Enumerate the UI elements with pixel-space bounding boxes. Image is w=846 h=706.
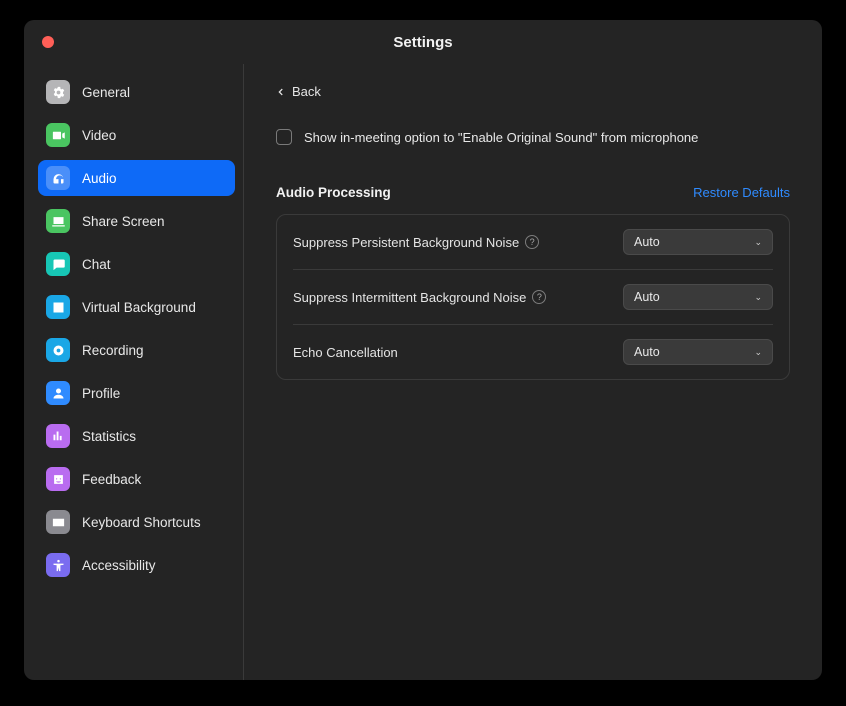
sidebar-item-label: Video	[82, 128, 116, 143]
original-sound-checkbox[interactable]	[276, 129, 292, 145]
close-window-button[interactable]	[42, 36, 54, 48]
gear-icon	[46, 80, 70, 104]
sidebar-item-virtual-background[interactable]: Virtual Background	[38, 289, 235, 325]
titlebar: Settings	[24, 20, 822, 64]
section-header: Audio Processing Restore Defaults	[276, 185, 790, 200]
chevron-down-icon: ⌄	[754, 292, 762, 303]
row-label: Suppress Intermittent Background Noise?	[293, 290, 546, 305]
sidebar-item-label: Virtual Background	[82, 300, 196, 315]
sidebar-item-label: Audio	[82, 171, 117, 186]
dropdown[interactable]: Auto ⌄	[623, 284, 773, 310]
window-controls	[42, 36, 54, 48]
sidebar-item-accessibility[interactable]: Accessibility	[38, 547, 235, 583]
video-icon	[46, 123, 70, 147]
keyboard-icon	[46, 510, 70, 534]
sidebar-item-keyboard-shortcuts[interactable]: Keyboard Shortcuts	[38, 504, 235, 540]
audio-processing-row: Echo Cancellation Auto ⌄	[293, 324, 773, 379]
row-label-text: Echo Cancellation	[293, 345, 398, 360]
sidebar-item-share-screen[interactable]: Share Screen	[38, 203, 235, 239]
chevron-down-icon: ⌄	[754, 237, 762, 248]
sidebar-item-chat[interactable]: Chat	[38, 246, 235, 282]
audio-processing-panel: Suppress Persistent Background Noise? Aut…	[276, 214, 790, 380]
sidebar-item-label: Share Screen	[82, 214, 165, 229]
sidebar-item-profile[interactable]: Profile	[38, 375, 235, 411]
help-icon[interactable]: ?	[532, 290, 546, 304]
sidebar-item-recording[interactable]: Recording	[38, 332, 235, 368]
chevron-down-icon: ⌄	[754, 347, 762, 358]
content-pane: Back Show in-meeting option to "Enable O…	[244, 64, 822, 680]
row-label: Echo Cancellation	[293, 345, 398, 360]
sidebar-item-label: Accessibility	[82, 558, 156, 573]
accessibility-icon	[46, 553, 70, 577]
dropdown-value: Auto	[634, 235, 660, 249]
sidebar-item-audio[interactable]: Audio	[38, 160, 235, 196]
sidebar-item-feedback[interactable]: Feedback	[38, 461, 235, 497]
sidebar-item-label: General	[82, 85, 130, 100]
settings-window: Settings General Video Audio Share Screen Ch…	[24, 20, 822, 680]
dropdown[interactable]: Auto ⌄	[623, 339, 773, 365]
sidebar-item-label: Feedback	[82, 472, 141, 487]
back-label: Back	[292, 84, 321, 99]
restore-defaults-link[interactable]: Restore Defaults	[693, 185, 790, 200]
window-title: Settings	[393, 34, 452, 51]
share-icon	[46, 209, 70, 233]
sidebar-item-general[interactable]: General	[38, 74, 235, 110]
dropdown-value: Auto	[634, 345, 660, 359]
chat-icon	[46, 252, 70, 276]
row-label-text: Suppress Intermittent Background Noise	[293, 290, 526, 305]
original-sound-row: Show in-meeting option to "Enable Origin…	[276, 129, 790, 145]
original-sound-label: Show in-meeting option to "Enable Origin…	[304, 130, 698, 145]
stats-icon	[46, 424, 70, 448]
row-label: Suppress Persistent Background Noise?	[293, 235, 539, 250]
person-icon	[46, 295, 70, 319]
sidebar: General Video Audio Share Screen Chat Virtual…	[24, 64, 244, 680]
chevron-left-icon	[276, 87, 286, 97]
sidebar-item-statistics[interactable]: Statistics	[38, 418, 235, 454]
sidebar-item-label: Statistics	[82, 429, 136, 444]
dropdown-value: Auto	[634, 290, 660, 304]
sidebar-item-video[interactable]: Video	[38, 117, 235, 153]
sidebar-item-label: Profile	[82, 386, 120, 401]
audio-processing-row: Suppress Intermittent Background Noise? A…	[293, 269, 773, 324]
help-icon[interactable]: ?	[525, 235, 539, 249]
section-title: Audio Processing	[276, 185, 391, 200]
row-label-text: Suppress Persistent Background Noise	[293, 235, 519, 250]
sidebar-item-label: Chat	[82, 257, 111, 272]
body: General Video Audio Share Screen Chat Virtual…	[24, 64, 822, 680]
face-icon	[46, 467, 70, 491]
sidebar-item-label: Recording	[82, 343, 144, 358]
record-icon	[46, 338, 70, 362]
profile-icon	[46, 381, 70, 405]
audio-processing-row: Suppress Persistent Background Noise? Aut…	[293, 215, 773, 269]
dropdown[interactable]: Auto ⌄	[623, 229, 773, 255]
headphones-icon	[46, 166, 70, 190]
sidebar-item-label: Keyboard Shortcuts	[82, 515, 201, 530]
back-button[interactable]: Back	[276, 82, 321, 101]
